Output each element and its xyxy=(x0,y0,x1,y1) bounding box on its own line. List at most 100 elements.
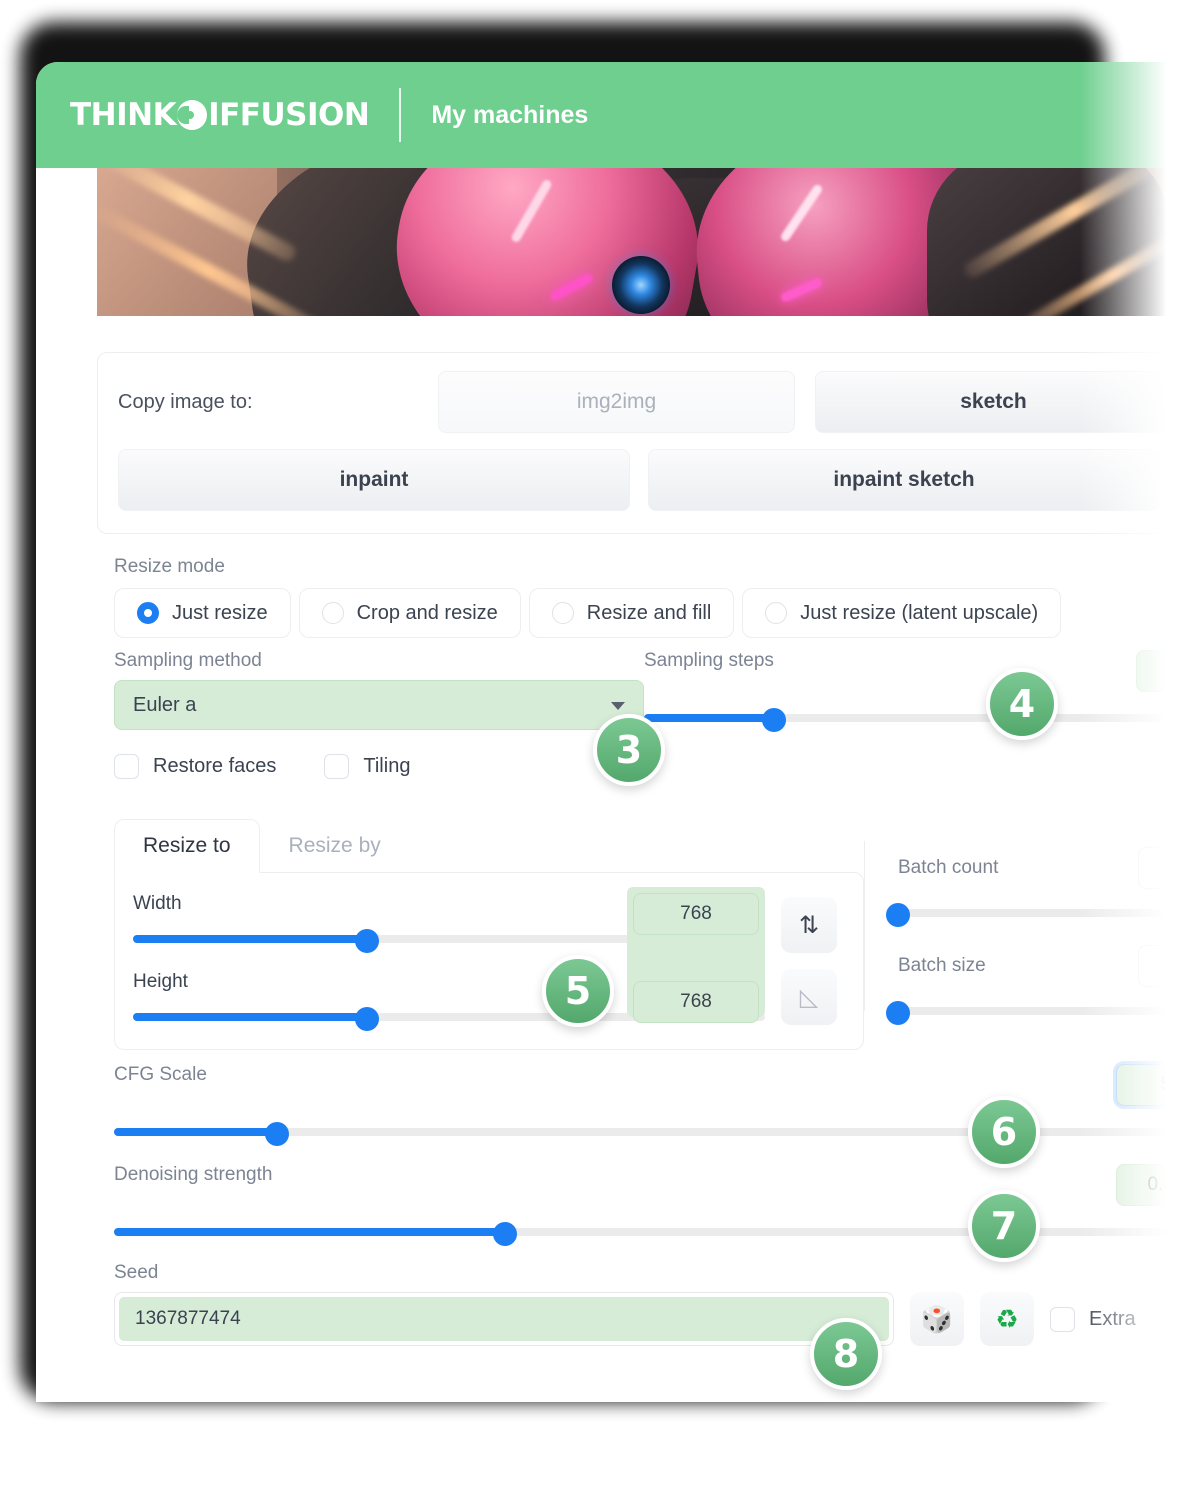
callout-badge-5: 5 xyxy=(542,955,614,1027)
copy-image-row-1: Copy image to: img2img sketch xyxy=(118,371,1179,433)
preview-image-area xyxy=(36,168,1200,316)
slider-thumb[interactable] xyxy=(886,903,910,927)
radio-label-crop-and-resize: Crop and resize xyxy=(356,601,498,624)
callout-badge-6: 6 xyxy=(968,1096,1040,1168)
restore-faces-checkbox[interactable]: Restore faces xyxy=(114,754,276,779)
checkbox-icon-restore-faces xyxy=(114,754,139,779)
copy-image-label: Copy image to: xyxy=(118,390,253,413)
callout-badge-7: 7 xyxy=(968,1190,1040,1262)
app-header: THINK IFFUSION My machines xyxy=(36,62,1200,168)
batch-divider xyxy=(864,841,865,1011)
circular-d-logo-icon xyxy=(177,100,208,130)
extra-label: Extra xyxy=(1089,1307,1136,1330)
resize-left-column: Resize to Resize by Width Height ⇅ ◺ 768… xyxy=(114,795,864,1050)
slider-thumb[interactable] xyxy=(886,1001,910,1025)
radio-label-resize-and-fill: Resize and fill xyxy=(586,601,712,624)
image-lens-detail xyxy=(612,256,670,314)
slider-thumb[interactable] xyxy=(264,1122,289,1146)
header-divider xyxy=(399,88,402,142)
generated-image-preview[interactable] xyxy=(97,168,1200,316)
extra-checkbox[interactable]: Extra xyxy=(1050,1306,1136,1332)
thinkdiffusion-logo[interactable]: THINK IFFUSION xyxy=(70,97,370,133)
radio-icon-resize-and-fill xyxy=(551,602,574,624)
sampling-steps-value[interactable]: 40 xyxy=(1136,650,1200,692)
copy-to-inpaint-sketch-button[interactable]: inpaint sketch xyxy=(648,449,1160,511)
copy-image-panel: Copy image to: img2img sketch inpaint in… xyxy=(97,352,1200,534)
batch-column: Batch count 1 Batch size 1 xyxy=(864,795,1200,1050)
copy-to-sketch-button[interactable]: sketch xyxy=(815,371,1172,433)
image-shape-armor-right xyxy=(927,168,1167,316)
batch-size-value[interactable]: 1 xyxy=(1138,945,1200,987)
callout-badge-3: 3 xyxy=(593,714,665,786)
spinner-arrows-icon[interactable]: ▲▼ xyxy=(1194,1074,1200,1096)
callout-badge-4: 4 xyxy=(986,668,1058,740)
height-value-input[interactable]: 768 xyxy=(633,981,759,1023)
callout-badge-8: 8 xyxy=(810,1318,882,1390)
sampling-method-field: Sampling method Euler a xyxy=(114,650,644,730)
sampling-method-value: Euler a xyxy=(133,693,197,716)
tab-resize-to[interactable]: Resize to xyxy=(114,819,260,873)
slider-fill xyxy=(133,935,367,943)
tiling-label: Tiling xyxy=(363,755,411,777)
slider-fill xyxy=(114,1128,277,1136)
copy-image-row-2: inpaint inpaint sketch xyxy=(118,449,1179,511)
slider-fill xyxy=(133,1013,367,1021)
seed-input[interactable]: 1367877474 xyxy=(119,1297,889,1341)
slider-thumb[interactable] xyxy=(354,929,379,953)
resize-to-panel: Width Height ⇅ ◺ 768 768 xyxy=(114,872,864,1050)
copy-to-inpaint-button[interactable]: inpaint xyxy=(118,449,630,511)
slider-fill xyxy=(644,714,774,722)
logo-text-think: THINK xyxy=(70,97,177,133)
slider-thumb[interactable] xyxy=(761,708,786,732)
set-square-ruler-icon: ◺ xyxy=(799,983,819,1011)
screenshot-stage: THINK IFFUSION My machines Copy image to… xyxy=(0,0,1200,1500)
resize-mode-latent-upscale[interactable]: Just resize (latent upscale) xyxy=(742,588,1062,638)
sampling-steps-slider[interactable] xyxy=(644,708,1200,732)
dimension-icon-buttons: ⇅ ◺ xyxy=(781,893,845,1025)
sampling-steps-label: Sampling steps xyxy=(644,650,774,671)
batch-size-slider[interactable] xyxy=(886,1001,1200,1025)
sampling-method-label: Sampling method xyxy=(114,650,262,671)
reuse-seed-button[interactable]: ♻ xyxy=(980,1292,1034,1346)
resize-mode-just-resize[interactable]: Just resize xyxy=(114,588,291,638)
page-title: My machines xyxy=(431,100,589,129)
seed-input-wrap: 1367877474 xyxy=(114,1292,894,1346)
slider-thumb[interactable] xyxy=(492,1222,517,1246)
swap-vertical-icon: ⇅ xyxy=(798,911,820,939)
seed-group: Seed 1367877474 🎲 ♻ Extra xyxy=(114,1262,1200,1346)
radio-label-just-resize: Just resize xyxy=(172,601,268,624)
batch-count-value[interactable]: 1 xyxy=(1138,847,1200,889)
sampling-steps-field: Sampling steps 40 xyxy=(644,650,1200,732)
denoising-label: Denoising strength xyxy=(114,1164,273,1185)
resize-section: Resize to Resize by Width Height ⇅ ◺ 768… xyxy=(114,795,1200,1050)
restore-faces-label: Restore faces xyxy=(153,755,277,777)
dice-icon: 🎲 xyxy=(920,1303,954,1334)
recycle-icon: ♻ xyxy=(995,1303,1019,1334)
denoising-value[interactable]: 0.35 xyxy=(1116,1164,1200,1206)
sampling-method-select[interactable]: Euler a xyxy=(114,680,644,730)
cfg-scale-value[interactable]: 5 ▲▼ xyxy=(1116,1064,1200,1106)
swap-dimensions-button[interactable]: ⇅ xyxy=(781,897,837,953)
slider-fill xyxy=(114,1228,505,1236)
batch-count-slider[interactable] xyxy=(886,903,1200,927)
randomize-seed-button[interactable]: 🎲 xyxy=(910,1292,964,1346)
batch-size-label: Batch size xyxy=(898,955,986,976)
batch-count-label: Batch count xyxy=(898,857,999,878)
aspect-ratio-button[interactable]: ◺ xyxy=(781,969,837,1025)
resize-mode-resize-and-fill[interactable]: Resize and fill xyxy=(528,588,735,638)
tab-resize-by[interactable]: Resize by xyxy=(260,819,410,873)
copy-to-img2img-button[interactable]: img2img xyxy=(438,371,795,433)
slider-thumb[interactable] xyxy=(354,1007,379,1031)
width-value-input[interactable]: 768 xyxy=(633,893,759,935)
resize-mode-crop-and-resize[interactable]: Crop and resize xyxy=(298,588,521,638)
checkbox-icon-extra xyxy=(1050,1306,1075,1332)
chevron-down-icon xyxy=(611,702,625,710)
resize-mode-label: Resize mode xyxy=(114,556,225,577)
cfg-scale-label: CFG Scale xyxy=(114,1064,207,1085)
slider-track xyxy=(898,1007,1200,1015)
radio-label-latent-upscale: Just resize (latent upscale) xyxy=(800,601,1039,624)
resize-mode-options: Just resize Crop and resize Resize and f… xyxy=(114,588,1200,638)
radio-icon-latent-upscale xyxy=(765,602,788,624)
cfg-scale-number: 5 xyxy=(1160,1074,1172,1095)
tiling-checkbox[interactable]: Tiling xyxy=(324,754,410,779)
